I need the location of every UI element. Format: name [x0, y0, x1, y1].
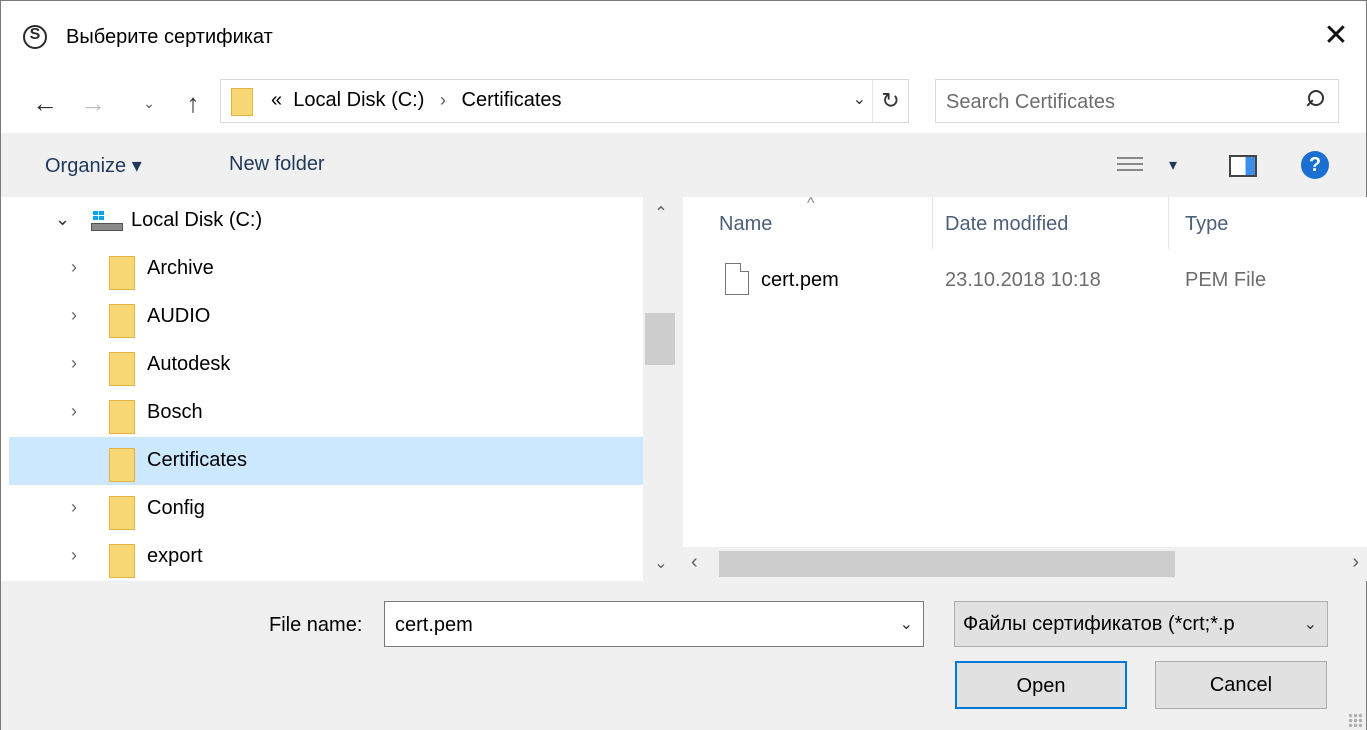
file-icon [725, 263, 749, 295]
command-bar: Organize ▾ New folder ▾ ? [1, 133, 1366, 197]
window-title: Выберите сертификат [66, 26, 273, 48]
column-header-label: Date modified [945, 213, 1069, 235]
column-header-label: Type [1185, 213, 1229, 235]
view-options-icon [1117, 157, 1143, 175]
folder-icon [109, 352, 135, 386]
chevron-right-icon[interactable]: › [71, 305, 77, 326]
folder-icon [231, 88, 253, 116]
file-row[interactable]: cert.pem 23.10.2018 10:18 PEM File [683, 257, 1367, 303]
breadcrumb-overflow[interactable]: « [271, 89, 282, 111]
address-dropdown-icon[interactable]: ⌄ [853, 89, 866, 109]
folder-icon [109, 544, 135, 578]
tree-item-label: Archive [147, 257, 214, 279]
back-arrow-icon[interactable]: ← [27, 85, 63, 121]
file-name-combobox[interactable]: ⌄ [384, 601, 924, 647]
tree-item-label: Certificates [147, 449, 248, 471]
open-button[interactable]: Open [955, 661, 1127, 709]
search-box[interactable] [935, 79, 1339, 123]
folder-icon [109, 304, 135, 338]
tree-item-label: Bosch [147, 401, 203, 423]
chevron-down-icon[interactable]: ⌄ [900, 614, 913, 634]
column-header-label: Name [719, 213, 773, 235]
breadcrumb-certificates[interactable]: Certificates [462, 89, 562, 111]
tree-item-export[interactable]: › export [9, 533, 643, 581]
up-arrow-icon[interactable]: ↑ [175, 85, 211, 121]
scroll-up-icon[interactable]: ⌃ [643, 203, 679, 223]
file-open-dialog: Выберите сертификат ✕ ← → ⌄ ↑ « Local Di… [0, 0, 1367, 730]
resize-grip-icon[interactable] [1348, 713, 1362, 727]
chevron-right-icon[interactable]: › [71, 401, 77, 422]
file-list-horizontal-scrollbar[interactable]: ‹ › [683, 547, 1367, 581]
chevron-down-icon: ▾ [1169, 157, 1178, 174]
cancel-button[interactable]: Cancel [1155, 661, 1327, 709]
dialog-footer: File name: ⌄ Файлы сертификатов (*crt;*.… [1, 581, 1366, 730]
preview-pane-icon[interactable] [1229, 155, 1257, 177]
chevron-down-icon[interactable]: ⌄ [55, 209, 70, 230]
help-icon[interactable]: ? [1301, 151, 1329, 179]
search-icon[interactable] [1304, 90, 1324, 112]
breadcrumb-local-disk[interactable]: Local Disk (C:) [293, 89, 424, 111]
file-type-filter-value: Файлы сертификатов (*crt;*.p [963, 613, 1235, 635]
scroll-down-icon[interactable]: ⌄ [643, 553, 679, 573]
file-name: cert.pem [761, 269, 839, 291]
file-list: ^ Name Date modified Type cert.pem 23.10… [683, 195, 1367, 547]
file-type-filter-select[interactable]: Файлы сертификатов (*crt;*.p ⌄ [954, 601, 1328, 647]
tree-item-archive[interactable]: › Archive [9, 245, 643, 293]
title-bar: Выберите сертификат ✕ [1, 1, 1366, 73]
chevron-down-icon: ⌄ [1303, 616, 1317, 633]
view-options-button[interactable]: ▾ [1117, 151, 1191, 181]
close-icon[interactable]: ✕ [1306, 1, 1366, 73]
recent-locations-chevron-icon[interactable]: ⌄ [135, 85, 163, 121]
tree-item-label: export [147, 545, 203, 567]
sort-ascending-icon: ^ [807, 195, 815, 212]
app-icon [23, 25, 47, 49]
navigation-pane: ⌄ Local Disk (C:) › Archive › AUDIO › Au… [1, 197, 679, 581]
tree-item-config[interactable]: › Config [9, 485, 643, 533]
breadcrumb: « Local Disk (C:) › Certificates [271, 89, 562, 112]
chevron-right-icon[interactable]: › [71, 257, 77, 278]
chevron-right-icon[interactable]: › [71, 353, 77, 374]
file-name-label: File name: [269, 614, 363, 636]
breadcrumb-separator-icon[interactable]: › [430, 90, 456, 110]
tree-item-label: Autodesk [147, 353, 231, 375]
column-header-date-modified[interactable]: Date modified [933, 197, 1169, 249]
tree-root-local-disk[interactable]: ⌄ Local Disk (C:) [9, 197, 643, 245]
scroll-left-icon[interactable]: ‹ [691, 551, 698, 574]
refresh-icon[interactable]: ↻ [872, 80, 908, 122]
new-folder-button[interactable]: New folder [229, 153, 325, 176]
scrollbar-thumb[interactable] [719, 551, 1175, 577]
address-bar[interactable]: « Local Disk (C:) › Certificates ⌄ ↻ [220, 79, 909, 123]
folder-icon [109, 400, 135, 434]
column-header-name[interactable]: ^ Name [683, 195, 933, 249]
forward-arrow-icon[interactable]: → [75, 85, 111, 121]
scroll-right-icon[interactable]: › [1352, 551, 1359, 574]
tree-item-certificates[interactable]: Certificates [9, 437, 643, 485]
tree-item-label: Config [147, 497, 205, 519]
chevron-right-icon[interactable]: › [71, 497, 77, 518]
organize-button[interactable]: Organize ▾ [45, 153, 142, 178]
file-name-input[interactable] [395, 611, 875, 639]
drive-icon [91, 211, 123, 233]
navigation-bar: ← → ⌄ ↑ « Local Disk (C:) › Certificates… [1, 73, 1366, 133]
tree-item-bosch[interactable]: › Bosch [9, 389, 643, 437]
folder-icon [109, 256, 135, 290]
column-header-type[interactable]: Type [1169, 197, 1367, 249]
folder-icon [109, 448, 135, 482]
file-date-modified: 23.10.2018 10:18 [945, 269, 1101, 291]
tree-item-label: Local Disk (C:) [131, 209, 263, 231]
scrollbar-thumb[interactable] [645, 313, 675, 365]
tree-item-autodesk[interactable]: › Autodesk [9, 341, 643, 389]
navigation-pane-scrollbar[interactable]: ⌃ ⌄ [643, 197, 679, 581]
file-type: PEM File [1185, 269, 1267, 291]
chevron-right-icon[interactable]: › [71, 545, 77, 566]
tree-item-label: AUDIO [147, 305, 211, 327]
search-input[interactable] [946, 88, 1276, 116]
tree-item-audio[interactable]: › AUDIO [9, 293, 643, 341]
folder-icon [109, 496, 135, 530]
